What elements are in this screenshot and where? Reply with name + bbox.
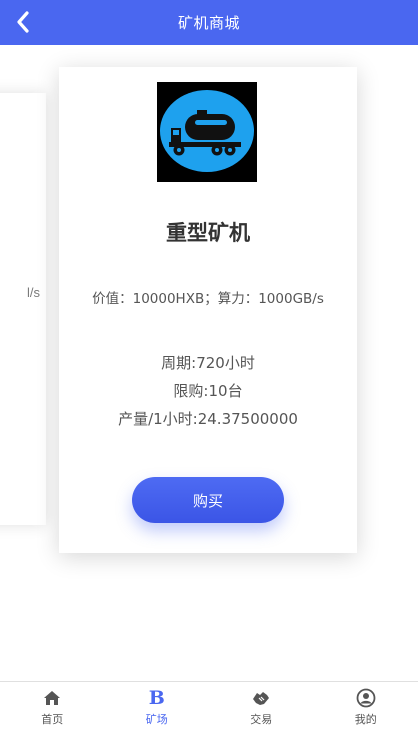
b-icon: B [148, 687, 165, 709]
product-value-hashrate: 价值：10000HXB；算力：1000GB/s [92, 291, 324, 307]
product-name: 重型矿机 [166, 221, 250, 245]
carousel[interactable]: l/s 重型矿机 价值：10000HXB；算力：1000GB/s 周期:720小… [0, 45, 418, 681]
handshake-icon [251, 688, 271, 708]
back-button[interactable] [10, 8, 36, 36]
product-image [157, 82, 257, 182]
tab-mine-field-label: 矿场 [145, 713, 168, 726]
prev-card-text: l/s [27, 285, 40, 300]
home-icon [42, 688, 62, 708]
tab-profile-label: 我的 [354, 713, 377, 726]
product-period: 周期:720小时 [161, 354, 255, 372]
product-limit: 限购:10台 [173, 382, 243, 400]
top-bar: 矿机商城 [0, 0, 418, 45]
page-title: 矿机商城 [177, 14, 240, 32]
tab-mine-field[interactable]: B 矿场 [105, 682, 210, 736]
buy-button[interactable]: 购买 [132, 477, 284, 523]
user-icon [356, 688, 376, 708]
tab-profile[interactable]: 我的 [314, 682, 418, 736]
tab-home-label: 首页 [41, 713, 64, 726]
bottom-tab-bar: 首页 B 矿场 交易 我的 [0, 681, 418, 736]
tab-trade-label: 交易 [250, 713, 273, 726]
tab-home[interactable]: 首页 [0, 682, 105, 736]
product-output: 产量/1小时:24.37500000 [118, 410, 298, 428]
tanker-truck-icon [160, 90, 254, 172]
tab-trade[interactable]: 交易 [209, 682, 314, 736]
prev-product-card[interactable]: l/s [0, 93, 46, 525]
chevron-left-icon [17, 11, 29, 33]
product-card: 重型矿机 价值：10000HXB；算力：1000GB/s 周期:720小时 限购… [59, 67, 357, 553]
